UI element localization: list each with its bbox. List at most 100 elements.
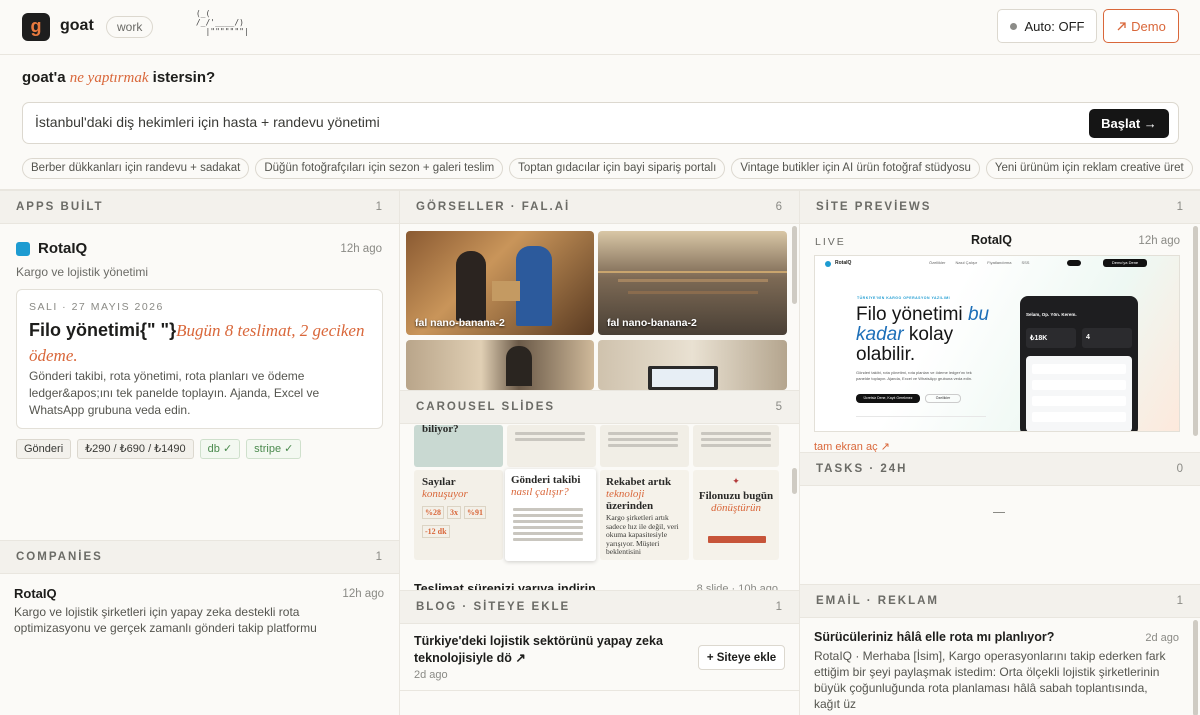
companies-section-header: COMPANİES 1 xyxy=(0,540,399,574)
slide-title: Filonuzu bugün xyxy=(698,490,774,502)
app-preview-card[interactable]: SALI · 27 MAYIS 2026 Filo yönetimi{" "}B… xyxy=(16,289,383,429)
app-tags: Gönderi ₺290 / ₺690 / ₺1490 db ✓ stripe … xyxy=(16,439,302,459)
ask-accent: ne yaptırmak xyxy=(69,70,149,86)
slide-accent: teknoloji xyxy=(606,488,645,500)
brand-name: goat xyxy=(60,17,94,34)
preview-nav-link: Nasıl Çalışır xyxy=(955,260,978,265)
start-button[interactable]: Başlat → xyxy=(1089,109,1169,138)
gorseller-section-header: GÖRSELLER · FAL.Aİ 6 xyxy=(400,190,799,224)
carousel-slide[interactable]: Gönderi takibi nasıl çalışır? xyxy=(505,469,596,561)
ask-suffix: istersin? xyxy=(152,69,216,86)
scrollbar[interactable] xyxy=(1193,620,1198,715)
ascii-goat-art: (_( /_/'____/) |"""""""| xyxy=(195,9,249,36)
prompt-input[interactable] xyxy=(35,114,1075,130)
generated-image[interactable]: fal nano-banana-2 xyxy=(406,231,594,335)
blog-post-title[interactable]: Türkiye'deki lojistik sektörünü yapay ze… xyxy=(414,633,684,667)
carousel-slide[interactable] xyxy=(600,425,689,467)
section-title: APPS BUİLT xyxy=(16,201,104,213)
preview-nav-link: Özellikler xyxy=(929,260,946,265)
tag: Gönderi xyxy=(16,439,72,459)
section-count: 1 xyxy=(375,551,382,563)
email-body: RotaIQ · Merhaba [İsim], Kargo operasyon… xyxy=(814,649,1166,711)
site-section-header: SİTE PREVİEWS 1 xyxy=(800,190,1200,224)
tag: stripe ✓ xyxy=(246,439,302,459)
section-count: 1 xyxy=(775,601,782,613)
section-count: 5 xyxy=(775,401,782,413)
section-count: 1 xyxy=(1176,595,1183,607)
card-body: Gönderi takibi, rota yönetimi, rota plan… xyxy=(29,369,320,417)
scrollbar[interactable] xyxy=(792,468,797,494)
slide-accent: dönüştürün xyxy=(710,502,762,514)
preview-logo-icon xyxy=(825,261,831,267)
suggestion-chip[interactable]: Berber dükkanları için randevu + sadakat xyxy=(22,158,250,179)
section-count: 0 xyxy=(1176,463,1183,475)
preview-eyebrow: TÜRKİYE'NİN KARGO OPERASYON YAZILIMI xyxy=(857,296,951,300)
phone-value: ₺18K xyxy=(1030,335,1048,342)
add-to-site-button[interactable]: + Siteye ekle xyxy=(698,645,785,670)
apps-column: APPS BUİLT 1 RotaIQ 12h ago Kargo ve loj… xyxy=(0,189,400,715)
site-column: SİTE PREVİEWS 1 LIVE RotaIQ 12h ago Rota… xyxy=(800,189,1200,715)
section-title: COMPANİES xyxy=(16,551,103,563)
carousel-slide[interactable]: Sayılar konuşuyor %28 3x %91 -12 dk xyxy=(414,470,503,560)
carousel-slide[interactable]: biliyor? xyxy=(414,425,503,467)
preview-cta-secondary: Özellikler xyxy=(925,394,961,403)
preview-nav-link: SSS xyxy=(1021,260,1030,265)
live-label: LIVE xyxy=(815,236,846,248)
suggestion-chip[interactable]: Düğün fotoğrafçıları için sezon + galeri… xyxy=(255,158,504,179)
carousel-slide[interactable] xyxy=(507,425,596,467)
app-name[interactable]: RotaIQ xyxy=(38,240,87,257)
card-date: SALI · 27 MAYIS 2026 xyxy=(29,301,164,313)
section-title: EMAİL · REKLAM xyxy=(816,595,939,607)
blog-post-time: 2d ago xyxy=(414,669,448,681)
carousel-slide[interactable]: Rekabet artık teknoloji üzerinden Kargo şi… xyxy=(600,470,689,560)
card-head-text: Filo yönetimi{" "} xyxy=(29,320,177,340)
site-preview-frame[interactable]: RotaIQ Özellikler Nasıl Çalışır Fiyatlan… xyxy=(814,255,1180,432)
slide-text: biliyor? xyxy=(422,425,459,435)
auto-label: Auto: OFF xyxy=(1024,18,1085,34)
goat-logo[interactable]: g xyxy=(22,13,50,41)
preview-nav-link: Fiyatlandırma xyxy=(987,260,1012,265)
generated-image[interactable] xyxy=(406,340,594,390)
section-count: 1 xyxy=(1176,201,1183,213)
suggestion-chip[interactable]: Vintage butikler için AI ürün fotoğraf s… xyxy=(731,158,980,179)
tasks-empty-indicator xyxy=(993,512,1005,513)
blog-section-header: BLOG · SİTEYE EKLE 1 xyxy=(400,590,799,624)
demo-button[interactable]: Demo xyxy=(1103,9,1179,43)
generated-image[interactable] xyxy=(598,340,787,390)
phone-greeting: Selam, Op. Yön. Kerem. xyxy=(1026,312,1077,317)
stat-value: 3x xyxy=(447,506,461,519)
slide-cta xyxy=(708,536,766,543)
slide-accent: nasıl çalışır? xyxy=(511,486,569,498)
workspace-pill[interactable]: work xyxy=(106,16,154,38)
demo-label: Demo xyxy=(1131,18,1166,34)
email-subject[interactable]: Sürücüleriniz hâlâ elle rota mı planlıyo… xyxy=(814,630,1054,644)
tag: ₺290 / ₺690 / ₺1490 xyxy=(77,439,194,459)
scrollbar[interactable] xyxy=(792,226,797,304)
card-headline: Filo yönetimi{" "}Bugün 8 teslimat, 2 ge… xyxy=(29,318,374,368)
company-name[interactable]: RotaIQ xyxy=(14,586,57,601)
divider xyxy=(400,690,799,691)
stat-value: %28 xyxy=(422,506,444,519)
section-count: 1 xyxy=(375,201,382,213)
slide-title: Gönderi takibi xyxy=(511,474,581,486)
stat-value: %91 xyxy=(464,506,486,519)
suggestion-chip[interactable]: Toptan gıdacılar için bayi sipariş porta… xyxy=(509,158,726,179)
preview-nav-cta: Demo'ya Dene xyxy=(1103,259,1147,267)
suggestion-chips: Berber dükkanları için randevu + sadakat… xyxy=(22,158,1193,179)
media-column: GÖRSELLER · FAL.Aİ 6 fal nano-banana-2 f… xyxy=(400,189,800,715)
scrollbar[interactable] xyxy=(1193,226,1198,436)
carousel-slide[interactable]: ✦ Filonuzu bugün dönüştürün xyxy=(693,470,779,560)
auto-toggle-button[interactable]: Auto: OFF xyxy=(997,9,1097,43)
preview-time: 12h ago xyxy=(1138,235,1180,247)
top-bar: g goat work (_( /_/'____/) |"""""""| Aut… xyxy=(0,0,1200,55)
suggestion-chip[interactable]: Yeni ürünüm için reklam creative üret xyxy=(985,158,1193,179)
app-time: 12h ago xyxy=(340,243,382,255)
preview-toggle xyxy=(1067,260,1081,266)
section-title: CAROUSEL SLİDES xyxy=(416,401,556,413)
generated-image[interactable]: fal nano-banana-2 xyxy=(598,231,787,335)
carousel-slide[interactable] xyxy=(693,425,779,467)
tasks-section-header: TASKS · 24H 0 xyxy=(800,452,1200,486)
apps-section-header: APPS BUİLT 1 xyxy=(0,190,399,224)
slide-title: üzerinden xyxy=(606,500,654,512)
slide-title: Rekabet artık xyxy=(606,476,672,488)
